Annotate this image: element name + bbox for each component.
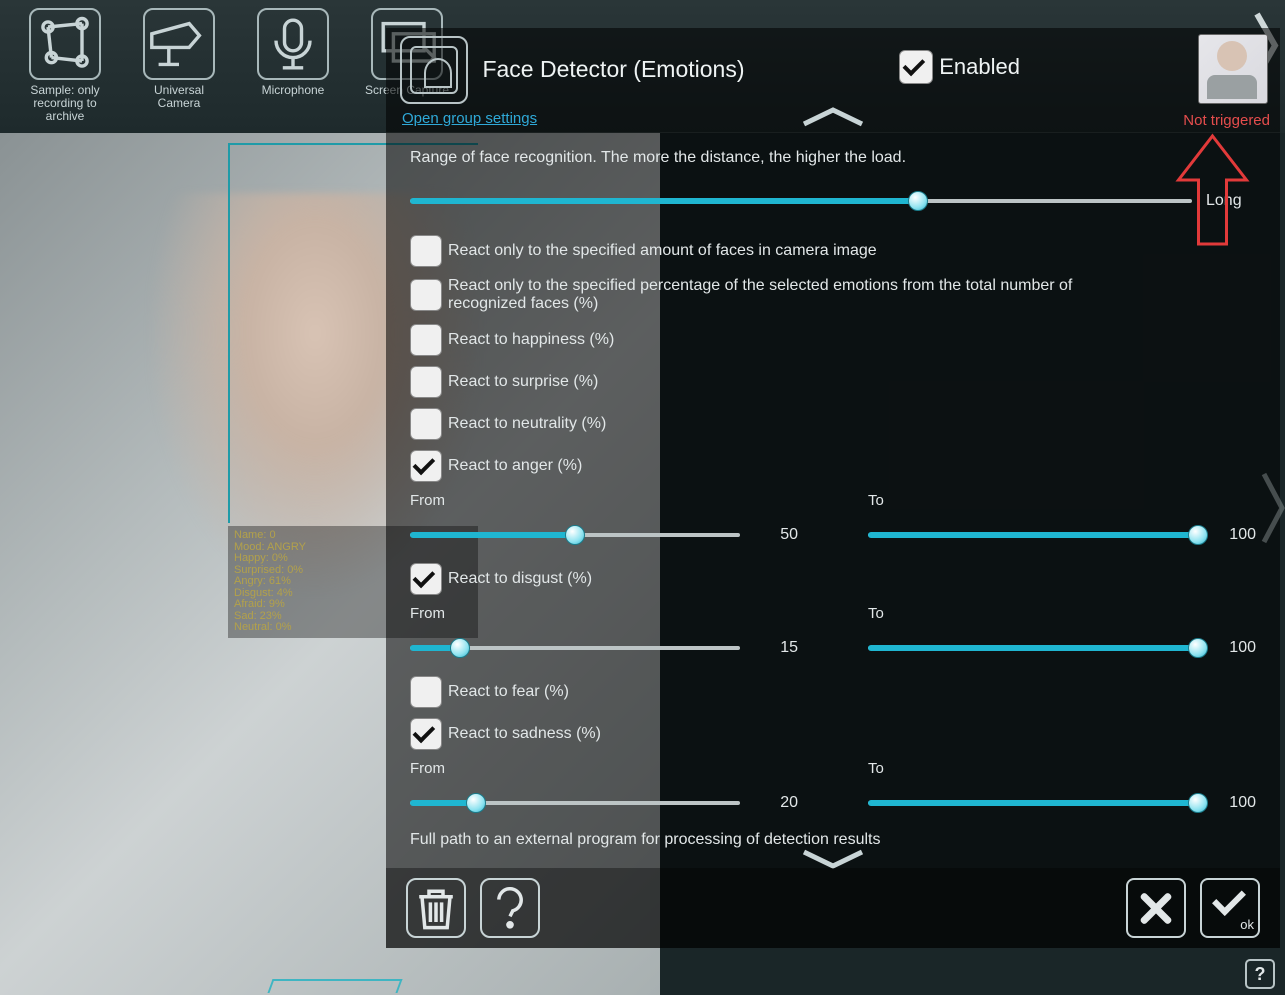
module-label: Sample: only recording to archive	[20, 84, 110, 124]
disgust-from-label: From	[410, 605, 798, 622]
happiness-label: React to happiness (%)	[448, 331, 614, 349]
surprise-checkbox[interactable]	[410, 366, 442, 398]
anger-label: React to anger (%)	[448, 457, 582, 475]
fear-label: React to fear (%)	[448, 683, 569, 701]
preview-ornament	[267, 979, 402, 993]
disgust-to-label: To	[868, 605, 1256, 622]
anger-from-slider[interactable]	[410, 523, 740, 547]
panel-footer: ok	[386, 868, 1280, 948]
external-program-label: Full path to an external program for pro…	[410, 831, 1256, 849]
ok-button[interactable]: ok	[1200, 878, 1260, 938]
recognition-range-slider[interactable]	[410, 189, 1192, 213]
trigger-status: Not triggered	[1183, 112, 1270, 129]
surprise-label: React to surprise (%)	[448, 373, 598, 391]
trash-icon	[408, 880, 464, 936]
face-detector-icon	[400, 36, 468, 104]
microphone-icon	[259, 10, 327, 78]
range-description: Range of face recognition. The more the …	[410, 149, 1256, 167]
ok-label: ok	[1240, 917, 1254, 932]
disgust-to-slider[interactable]	[868, 636, 1198, 660]
preview-thumbnail	[1198, 34, 1268, 104]
sadness-to-value: 100	[1212, 794, 1256, 812]
disgust-from-value: 15	[754, 639, 798, 657]
check-icon	[1212, 882, 1246, 916]
scroll-up-chevron[interactable]	[798, 104, 868, 128]
faces-percent-checkbox[interactable]	[410, 279, 442, 311]
anger-to-label: To	[868, 492, 1256, 509]
module-label: Universal Camera	[134, 84, 224, 110]
panel-body: Range of face recognition. The more the …	[386, 133, 1280, 849]
graph-icon	[31, 10, 99, 78]
fear-checkbox[interactable]	[410, 676, 442, 708]
neutrality-label: React to neutrality (%)	[448, 415, 606, 433]
anger-to-value: 100	[1212, 526, 1256, 544]
panel-title: Face Detector (Emotions)	[482, 56, 744, 83]
anger-from-value: 50	[754, 526, 798, 544]
sadness-from-value: 20	[754, 794, 798, 812]
neutrality-checkbox[interactable]	[410, 408, 442, 440]
faces-count-label: React only to the specified amount of fa…	[448, 242, 877, 260]
sadness-from-slider[interactable]	[410, 791, 740, 815]
enabled-label: Enabled	[939, 54, 1020, 80]
sadness-label: React to sadness (%)	[448, 725, 601, 743]
camera-icon	[145, 10, 213, 78]
faces-count-checkbox[interactable]	[410, 235, 442, 267]
faces-percent-label: React only to the specified percentage o…	[448, 277, 1088, 314]
module-microphone[interactable]: Microphone	[248, 8, 338, 133]
disgust-checkbox[interactable]	[410, 563, 442, 595]
sadness-from-label: From	[410, 760, 798, 777]
enabled-checkbox[interactable]	[899, 50, 933, 84]
disgust-to-value: 100	[1212, 639, 1256, 657]
question-icon	[482, 880, 538, 936]
happiness-checkbox[interactable]	[410, 324, 442, 356]
app-help-button[interactable]: ?	[1245, 959, 1275, 989]
panel-next-button[interactable]	[1258, 468, 1285, 548]
delete-button[interactable]	[406, 878, 466, 938]
panel-header: Face Detector (Emotions) Open group sett…	[386, 28, 1280, 133]
disgust-label: React to disgust (%)	[448, 570, 592, 588]
module-sample-archive[interactable]: Sample: only recording to archive	[20, 8, 110, 133]
anger-from-label: From	[410, 492, 798, 509]
settings-panel: Face Detector (Emotions) Open group sett…	[386, 28, 1280, 948]
cancel-button[interactable]	[1126, 878, 1186, 938]
disgust-from-slider[interactable]	[410, 636, 740, 660]
module-universal-camera[interactable]: Universal Camera	[134, 8, 224, 133]
sadness-to-slider[interactable]	[868, 791, 1198, 815]
sadness-checkbox[interactable]	[410, 718, 442, 750]
help-button[interactable]	[480, 878, 540, 938]
anger-to-slider[interactable]	[868, 523, 1198, 547]
anger-checkbox[interactable]	[410, 450, 442, 482]
module-label: Microphone	[262, 84, 325, 97]
sadness-to-label: To	[868, 760, 1256, 777]
